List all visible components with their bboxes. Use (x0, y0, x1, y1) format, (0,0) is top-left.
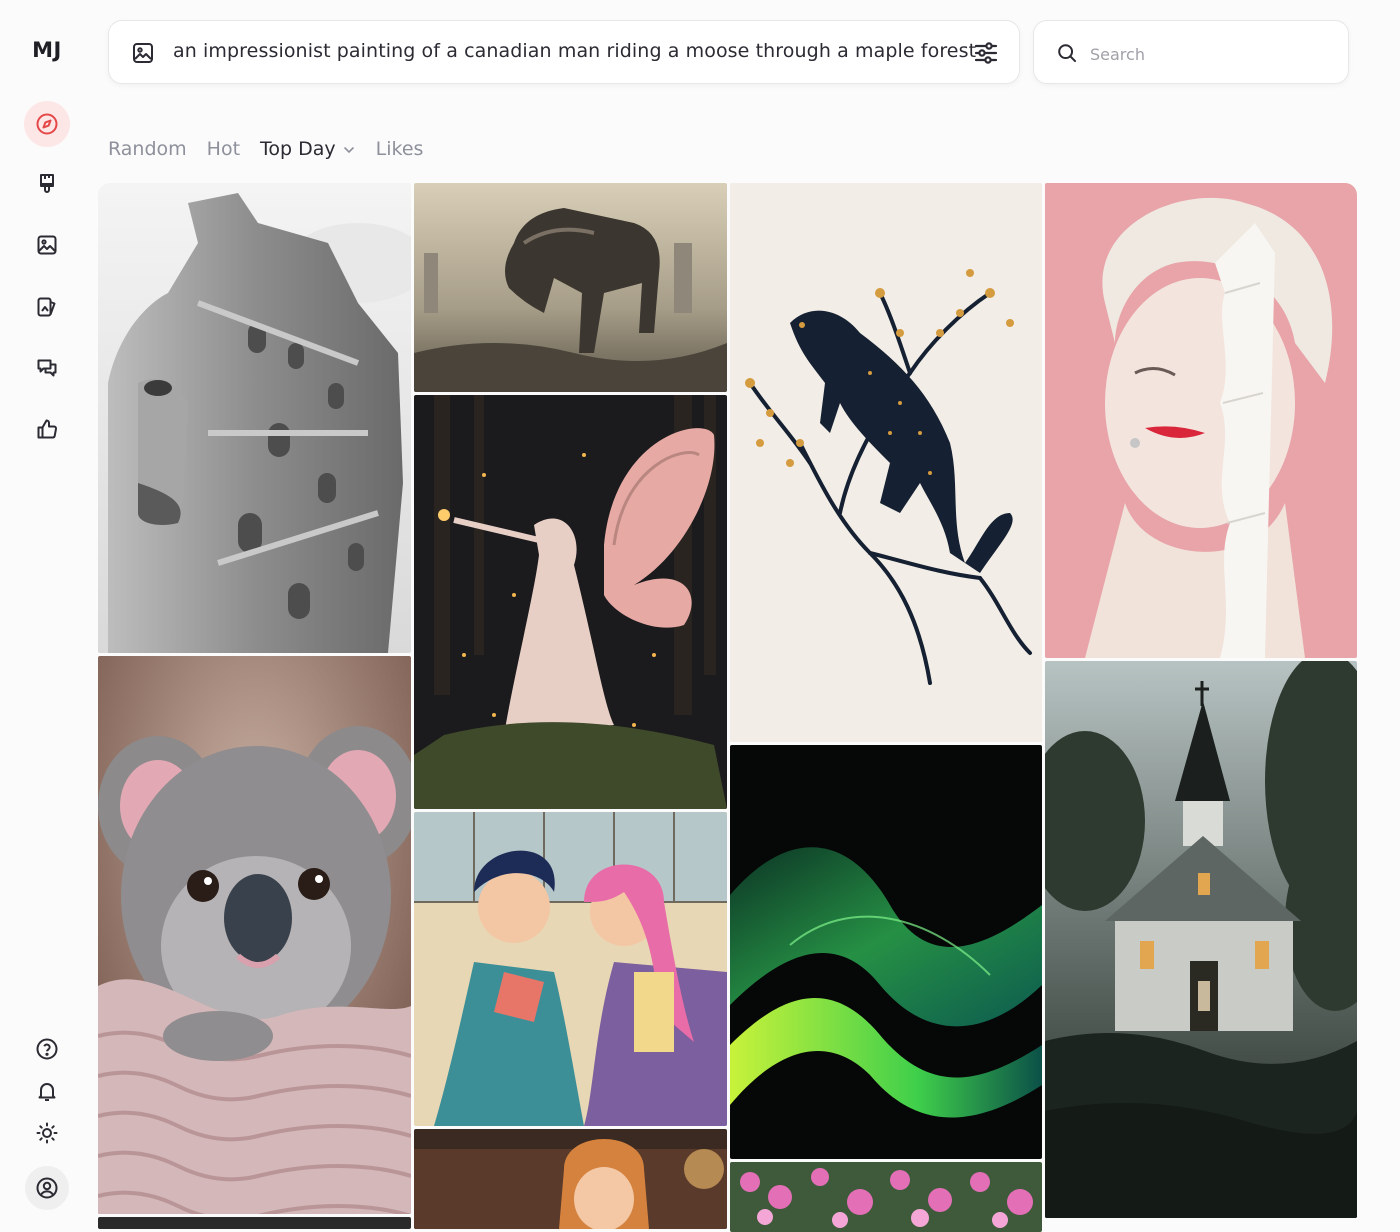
theme-toggle-button[interactable] (24, 1110, 70, 1156)
image-upload-icon[interactable] (131, 41, 155, 65)
tab-top-day[interactable]: Top Day (260, 138, 356, 160)
prompt-bar[interactable]: an impressionist painting of a canadian … (108, 20, 1020, 84)
mechanical-horse-image[interactable] (414, 183, 727, 392)
panther-on-branch-image[interactable] (730, 183, 1042, 742)
church-image[interactable] (1045, 661, 1357, 1218)
gallery-nav-button[interactable] (24, 222, 70, 268)
gallery-card-partial[interactable] (98, 1217, 411, 1229)
settings-sliders-icon[interactable] (973, 40, 999, 66)
tab-likes[interactable]: Likes (376, 138, 424, 160)
likes-nav-button[interactable] (24, 406, 70, 452)
organize-nav-button[interactable] (24, 284, 70, 330)
paintbrush-icon (40, 174, 54, 193)
image-icon (37, 235, 57, 255)
anime-couple-image[interactable] (414, 812, 727, 1126)
sidebar: MJ (0, 0, 94, 1226)
koala-image[interactable] (98, 656, 411, 1214)
tab-top-day-label: Top Day (260, 138, 336, 160)
notifications-button[interactable] (24, 1068, 70, 1114)
search-box[interactable] (1033, 20, 1349, 84)
bell-icon (38, 1083, 56, 1101)
pink-flowers-image[interactable] (730, 1162, 1042, 1232)
app-logo[interactable]: MJ (27, 38, 67, 62)
search-input[interactable] (1088, 37, 1332, 71)
animated-girl-image[interactable] (414, 1129, 727, 1229)
chat-icon (37, 359, 57, 377)
green-wave-image[interactable] (730, 745, 1042, 1159)
chat-nav-button[interactable] (24, 345, 70, 391)
user-icon (36, 1177, 58, 1199)
porcelain-woman-image[interactable] (1045, 183, 1357, 658)
profile-button[interactable] (25, 1166, 69, 1210)
explore-nav-button[interactable] (24, 101, 70, 147)
search-icon (1058, 44, 1077, 63)
prompt-input[interactable]: an impressionist painting of a canadian … (173, 40, 976, 62)
tab-hot[interactable]: Hot (207, 138, 240, 160)
tab-random[interactable]: Random (108, 138, 187, 160)
sun-icon (36, 1122, 58, 1144)
thumbs-up-icon (37, 419, 57, 439)
stone-face-castle-image[interactable] (98, 183, 411, 653)
create-nav-button[interactable] (24, 161, 70, 207)
help-icon (36, 1038, 58, 1060)
feed-tabs: Random Hot Top Day Likes (108, 138, 443, 160)
organize-icon (37, 297, 56, 317)
chevron-down-icon (343, 147, 354, 154)
fairy-image[interactable] (414, 395, 727, 809)
compass-icon (36, 113, 58, 135)
help-button[interactable] (24, 1026, 70, 1072)
